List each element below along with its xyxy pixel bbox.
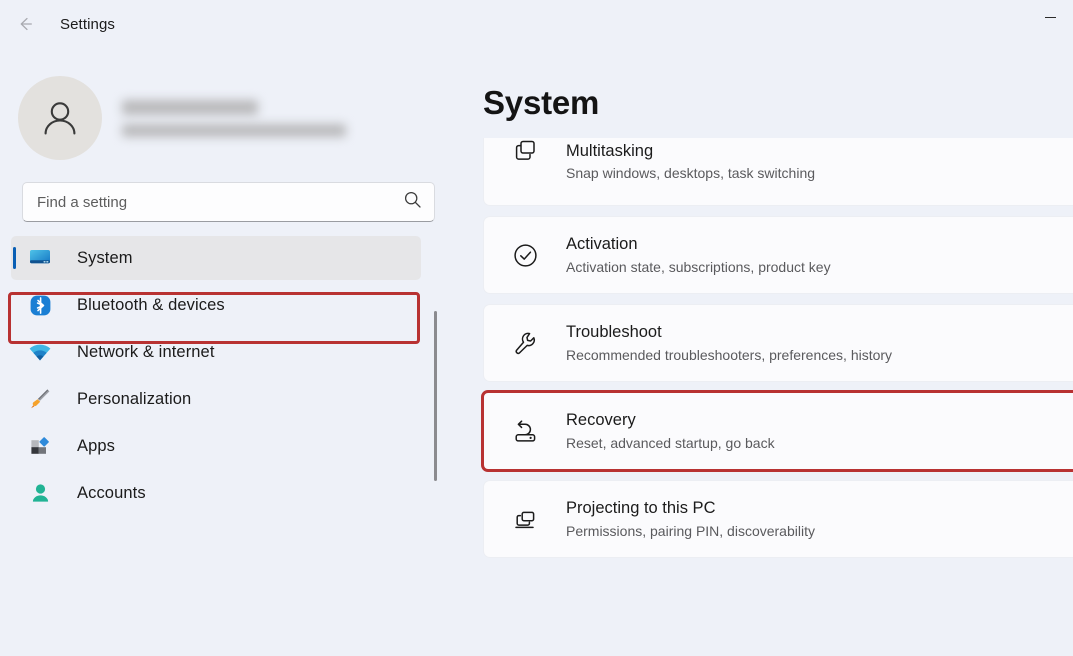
card-title: Troubleshoot — [566, 323, 662, 342]
app-title: Settings — [60, 15, 115, 33]
title-bar: Settings — [0, 0, 1073, 48]
card-recovery[interactable]: Recovery Reset, advanced startup, go bac… — [481, 390, 1073, 472]
apps-blocks-icon — [27, 434, 53, 458]
caption-buttons — [1027, 0, 1073, 34]
search-box[interactable] — [22, 182, 435, 222]
card-subtitle: Activation state, subscriptions, product… — [566, 258, 831, 275]
monitor-icon — [27, 246, 53, 270]
sidebar-item-personalization[interactable]: Personalization — [11, 377, 421, 421]
person-avatar-icon — [44, 102, 76, 135]
sidebar-scrollbar-thumb[interactable] — [434, 311, 437, 481]
sidebar-item-apps[interactable]: Apps — [11, 424, 421, 468]
sidebar-scrollbar[interactable] — [434, 303, 437, 541]
back-button[interactable] — [6, 8, 44, 40]
card-title: Activation — [566, 235, 638, 254]
sidebar-item-label: Accounts — [77, 483, 146, 502]
card-body: Troubleshoot Recommended troubleshooters… — [566, 321, 892, 364]
card-subtitle: Reset, advanced startup, go back — [566, 434, 775, 451]
wrench-icon — [508, 330, 542, 357]
search-icon[interactable] — [403, 190, 422, 214]
projecting-screens-icon — [508, 506, 542, 533]
card-subtitle: Snap windows, desktops, task switching — [566, 165, 816, 182]
sidebar-nav: System Bluetooth & devices Network & int… — [0, 236, 460, 515]
multitasking-windows-icon — [508, 138, 542, 165]
sidebar-item-label: Apps — [77, 436, 116, 455]
card-title: Projecting to this PC — [566, 499, 716, 518]
check-circle-icon — [508, 242, 542, 269]
person-icon — [27, 481, 53, 505]
avatar — [18, 76, 102, 160]
account-email-redacted — [122, 123, 346, 137]
settings-card-list: Multitasking Snap windows, desktops, tas… — [481, 138, 1073, 568]
minimize-icon — [1044, 16, 1056, 18]
card-subtitle: Permissions, pairing PIN, discoverabilit… — [566, 522, 815, 539]
page-title: System — [483, 84, 600, 121]
card-subtitle: Recommended troubleshooters, preferences… — [566, 346, 893, 363]
sidebar-item-label: Network & internet — [77, 342, 215, 361]
sidebar-item-label: Personalization — [77, 389, 192, 408]
search-input[interactable] — [37, 193, 403, 211]
sidebar-item-bluetooth-devices[interactable]: Bluetooth & devices — [11, 283, 421, 327]
card-title: Multitasking — [566, 142, 654, 160]
account-text — [122, 99, 346, 137]
main-content: System Multitasking Snap windows, deskto… — [460, 48, 1073, 656]
sidebar-item-system[interactable]: System — [11, 236, 421, 280]
back-arrow-icon — [15, 14, 35, 34]
wifi-icon — [27, 340, 53, 364]
account-block[interactable] — [18, 70, 460, 166]
sidebar-item-label: System — [77, 248, 133, 267]
card-title: Recovery — [566, 411, 636, 430]
card-body: Multitasking Snap windows, desktops, tas… — [566, 140, 815, 183]
bluetooth-icon — [27, 293, 53, 317]
sidebar-item-accounts[interactable]: Accounts — [11, 471, 421, 515]
recovery-drive-icon — [508, 418, 542, 445]
card-projecting-to-this-pc[interactable]: Projecting to this PC Permissions, pairi… — [483, 480, 1073, 558]
card-body: Projecting to this PC Permissions, pairi… — [566, 497, 815, 540]
paintbrush-icon — [27, 387, 53, 411]
account-name-redacted — [122, 99, 258, 115]
sidebar-item-network-internet[interactable]: Network & internet — [11, 330, 421, 374]
card-body: Activation Activation state, subscriptio… — [566, 233, 831, 276]
sidebar: System Bluetooth & devices — [0, 48, 460, 656]
card-body: Recovery Reset, advanced startup, go bac… — [566, 409, 775, 452]
minimize-button[interactable] — [1027, 0, 1073, 34]
card-multitasking[interactable]: Multitasking Snap windows, desktops, tas… — [483, 138, 1073, 206]
card-activation[interactable]: Activation Activation state, subscriptio… — [483, 216, 1073, 294]
settings-window: Settings Find a setting System Bluetooth… — [0, 0, 1073, 656]
sidebar-item-label: Bluetooth & devices — [77, 295, 225, 314]
card-troubleshoot[interactable]: Troubleshoot Recommended troubleshooters… — [483, 304, 1073, 382]
